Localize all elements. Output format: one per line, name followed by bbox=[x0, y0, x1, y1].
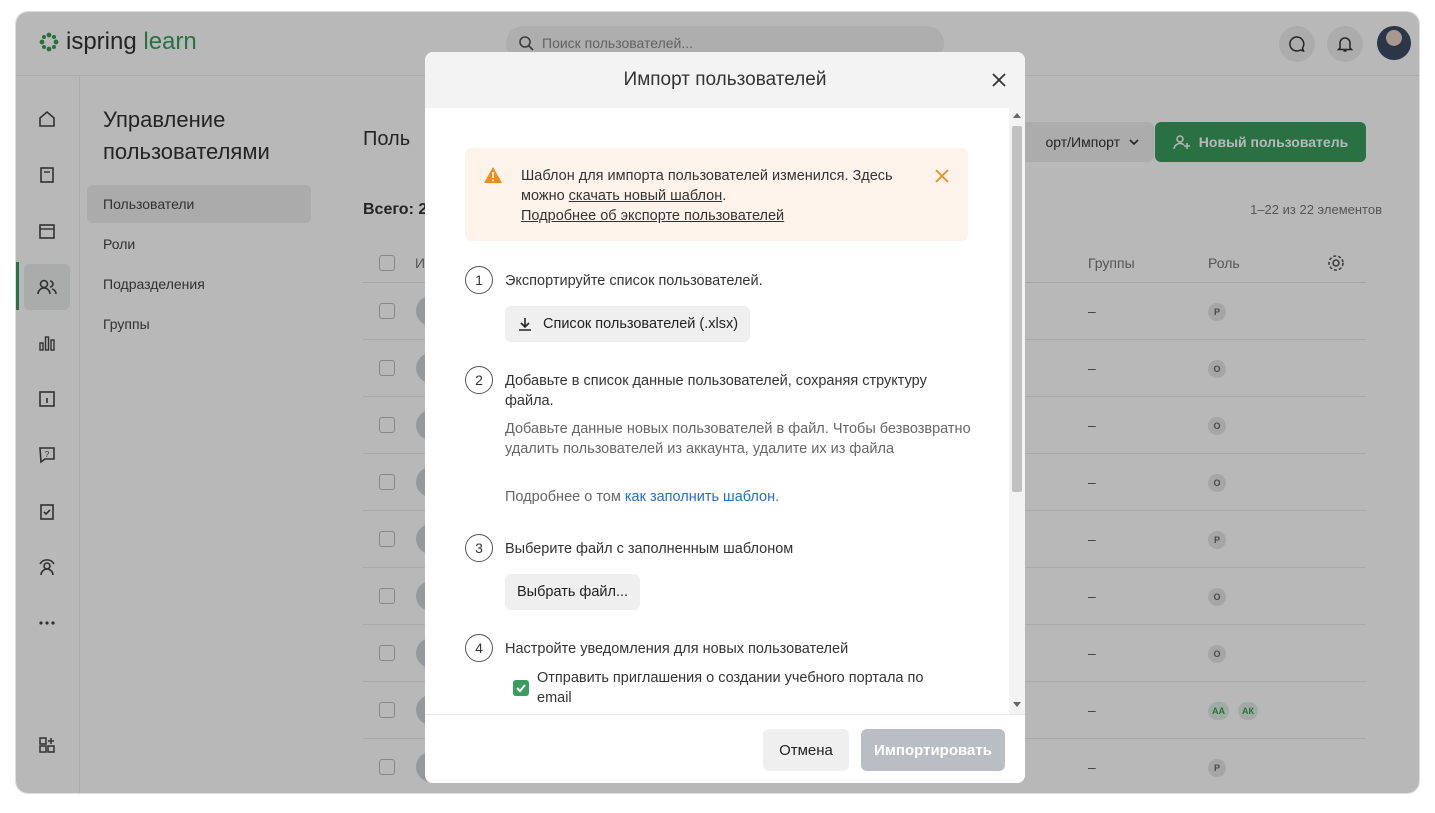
step-number: 1 bbox=[465, 266, 493, 294]
choose-file-button[interactable]: Выбрать файл... bbox=[505, 574, 641, 610]
template-warning: Шаблон для импорта пользователей изменил… bbox=[465, 148, 968, 241]
close-icon bbox=[992, 73, 1006, 87]
import-users-dialog: Импорт пользователей Шаблон для импорта … bbox=[425, 52, 1025, 783]
step-text: Добавьте в список данные пользователей, … bbox=[505, 373, 927, 409]
dialog-scrollbar[interactable] bbox=[1009, 108, 1025, 714]
warning-text: Шаблон для импорта пользователей изменил… bbox=[521, 166, 921, 226]
scroll-thumb[interactable] bbox=[1012, 126, 1022, 492]
export-info-link[interactable]: Подробнее об экспорте пользователей bbox=[521, 208, 784, 224]
download-template-link[interactable]: скачать новый шаблон bbox=[569, 188, 723, 204]
dialog-body: Шаблон для импорта пользователей изменил… bbox=[425, 108, 1009, 714]
dialog-title: Импорт пользователей bbox=[623, 69, 827, 90]
step-number: 2 bbox=[465, 366, 493, 394]
import-button[interactable]: Импортировать bbox=[861, 729, 1005, 771]
export-users-label: Список пользователей (.xlsx) bbox=[543, 316, 739, 332]
warning-text-period: . bbox=[722, 188, 727, 204]
scroll-down-icon[interactable] bbox=[1013, 702, 1021, 708]
dialog-footer: Отмена Импортировать bbox=[425, 714, 1025, 783]
step-description: Добавьте данные новых пользователей в фа… bbox=[505, 421, 971, 457]
send-invitations-label[interactable]: Отправить приглашения о создании учебног… bbox=[537, 668, 957, 708]
step-number: 4 bbox=[465, 634, 493, 662]
app-window: ispring learn Поиск пользователей... ? У… bbox=[16, 12, 1419, 793]
step-text: Экспортируйте список пользователей. bbox=[505, 273, 763, 289]
checkmark-icon bbox=[516, 684, 526, 693]
scroll-up-icon[interactable] bbox=[1013, 112, 1021, 118]
template-help-prefix: Подробнее о том bbox=[505, 489, 625, 505]
step-text: Выберите файл с заполненным шаблоном bbox=[505, 541, 794, 557]
step-text: Настройте уведомления для новых пользова… bbox=[505, 641, 849, 657]
dialog-header: Импорт пользователей bbox=[425, 52, 1025, 108]
choose-file-label: Выбрать файл... bbox=[517, 584, 629, 600]
step-number: 3 bbox=[465, 534, 493, 562]
warning-icon bbox=[484, 167, 502, 183]
close-button[interactable] bbox=[987, 68, 1011, 92]
export-users-xlsx-button[interactable]: Список пользователей (.xlsx) bbox=[505, 306, 751, 342]
template-help-suffix: . bbox=[775, 489, 780, 505]
send-invitations-checkbox[interactable] bbox=[513, 680, 529, 696]
download-icon bbox=[519, 318, 531, 331]
dismiss-warning-icon[interactable] bbox=[935, 169, 949, 183]
template-help: Подробнее о том как заполнить шаблон. bbox=[505, 487, 975, 507]
fill-template-link[interactable]: как заполнить шаблон bbox=[625, 489, 775, 505]
cancel-button[interactable]: Отмена bbox=[763, 729, 849, 771]
